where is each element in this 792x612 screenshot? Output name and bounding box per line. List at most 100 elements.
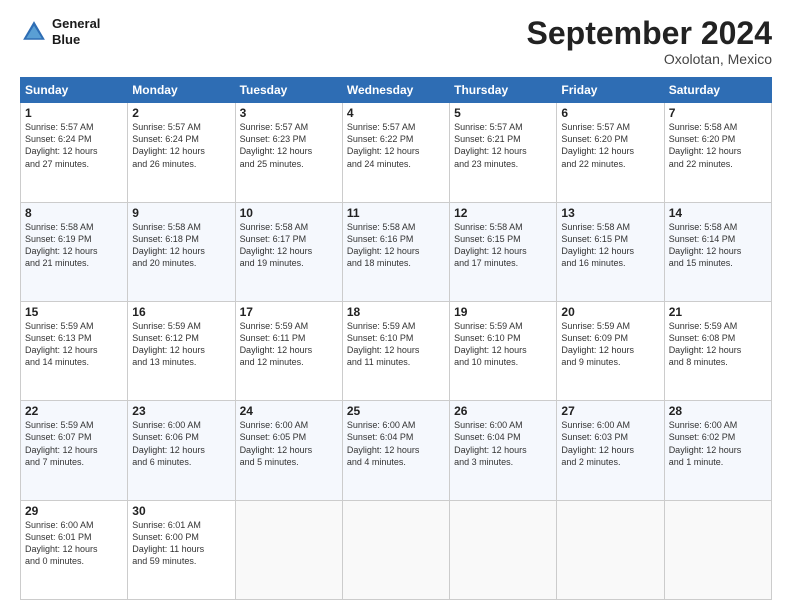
calendar-cell: 27Sunrise: 6:00 AM Sunset: 6:03 PM Dayli…: [557, 401, 664, 500]
day-info: Sunrise: 5:59 AM Sunset: 6:13 PM Dayligh…: [25, 320, 123, 369]
calendar-cell: 10Sunrise: 5:58 AM Sunset: 6:17 PM Dayli…: [235, 202, 342, 301]
location-subtitle: Oxolotan, Mexico: [527, 51, 772, 67]
calendar-cell: 7Sunrise: 5:58 AM Sunset: 6:20 PM Daylig…: [664, 103, 771, 202]
weekday-header-wednesday: Wednesday: [342, 78, 449, 103]
day-info: Sunrise: 6:00 AM Sunset: 6:06 PM Dayligh…: [132, 419, 230, 468]
day-info: Sunrise: 6:00 AM Sunset: 6:03 PM Dayligh…: [561, 419, 659, 468]
calendar-cell: 9Sunrise: 5:58 AM Sunset: 6:18 PM Daylig…: [128, 202, 235, 301]
calendar-cell: [557, 500, 664, 599]
header: General Blue September 2024 Oxolotan, Me…: [20, 16, 772, 67]
day-info: Sunrise: 5:59 AM Sunset: 6:10 PM Dayligh…: [454, 320, 552, 369]
day-number: 19: [454, 305, 552, 319]
week-row-5: 29Sunrise: 6:00 AM Sunset: 6:01 PM Dayli…: [21, 500, 772, 599]
day-number: 28: [669, 404, 767, 418]
day-number: 23: [132, 404, 230, 418]
week-row-4: 22Sunrise: 5:59 AM Sunset: 6:07 PM Dayli…: [21, 401, 772, 500]
title-block: September 2024 Oxolotan, Mexico: [527, 16, 772, 67]
day-info: Sunrise: 6:00 AM Sunset: 6:04 PM Dayligh…: [454, 419, 552, 468]
day-number: 15: [25, 305, 123, 319]
calendar-cell: 4Sunrise: 5:57 AM Sunset: 6:22 PM Daylig…: [342, 103, 449, 202]
calendar-cell: 8Sunrise: 5:58 AM Sunset: 6:19 PM Daylig…: [21, 202, 128, 301]
calendar-cell: 6Sunrise: 5:57 AM Sunset: 6:20 PM Daylig…: [557, 103, 664, 202]
calendar-cell: 18Sunrise: 5:59 AM Sunset: 6:10 PM Dayli…: [342, 301, 449, 400]
day-info: Sunrise: 5:59 AM Sunset: 6:11 PM Dayligh…: [240, 320, 338, 369]
day-number: 25: [347, 404, 445, 418]
calendar-cell: 2Sunrise: 5:57 AM Sunset: 6:24 PM Daylig…: [128, 103, 235, 202]
day-info: Sunrise: 5:58 AM Sunset: 6:14 PM Dayligh…: [669, 221, 767, 270]
day-number: 13: [561, 206, 659, 220]
calendar-cell: 30Sunrise: 6:01 AM Sunset: 6:00 PM Dayli…: [128, 500, 235, 599]
day-number: 30: [132, 504, 230, 518]
day-info: Sunrise: 5:57 AM Sunset: 6:23 PM Dayligh…: [240, 121, 338, 170]
calendar-cell: 12Sunrise: 5:58 AM Sunset: 6:15 PM Dayli…: [450, 202, 557, 301]
day-number: 17: [240, 305, 338, 319]
calendar-cell: 25Sunrise: 6:00 AM Sunset: 6:04 PM Dayli…: [342, 401, 449, 500]
day-info: Sunrise: 5:58 AM Sunset: 6:16 PM Dayligh…: [347, 221, 445, 270]
day-info: Sunrise: 5:58 AM Sunset: 6:19 PM Dayligh…: [25, 221, 123, 270]
day-number: 2: [132, 106, 230, 120]
day-info: Sunrise: 5:59 AM Sunset: 6:12 PM Dayligh…: [132, 320, 230, 369]
calendar-cell: [450, 500, 557, 599]
day-info: Sunrise: 5:59 AM Sunset: 6:07 PM Dayligh…: [25, 419, 123, 468]
weekday-header-sunday: Sunday: [21, 78, 128, 103]
day-info: Sunrise: 6:00 AM Sunset: 6:04 PM Dayligh…: [347, 419, 445, 468]
calendar-cell: 15Sunrise: 5:59 AM Sunset: 6:13 PM Dayli…: [21, 301, 128, 400]
day-number: 7: [669, 106, 767, 120]
calendar-cell: 14Sunrise: 5:58 AM Sunset: 6:14 PM Dayli…: [664, 202, 771, 301]
calendar-cell: 21Sunrise: 5:59 AM Sunset: 6:08 PM Dayli…: [664, 301, 771, 400]
day-info: Sunrise: 6:00 AM Sunset: 6:05 PM Dayligh…: [240, 419, 338, 468]
day-info: Sunrise: 5:57 AM Sunset: 6:24 PM Dayligh…: [132, 121, 230, 170]
calendar-cell: 13Sunrise: 5:58 AM Sunset: 6:15 PM Dayli…: [557, 202, 664, 301]
day-number: 9: [132, 206, 230, 220]
day-info: Sunrise: 6:00 AM Sunset: 6:01 PM Dayligh…: [25, 519, 123, 568]
day-info: Sunrise: 5:57 AM Sunset: 6:22 PM Dayligh…: [347, 121, 445, 170]
day-number: 10: [240, 206, 338, 220]
logo: General Blue: [20, 16, 100, 47]
day-number: 6: [561, 106, 659, 120]
day-info: Sunrise: 5:57 AM Sunset: 6:21 PM Dayligh…: [454, 121, 552, 170]
calendar-cell: 11Sunrise: 5:58 AM Sunset: 6:16 PM Dayli…: [342, 202, 449, 301]
day-info: Sunrise: 5:59 AM Sunset: 6:09 PM Dayligh…: [561, 320, 659, 369]
calendar-cell: 16Sunrise: 5:59 AM Sunset: 6:12 PM Dayli…: [128, 301, 235, 400]
day-number: 24: [240, 404, 338, 418]
calendar-cell: 17Sunrise: 5:59 AM Sunset: 6:11 PM Dayli…: [235, 301, 342, 400]
day-info: Sunrise: 5:57 AM Sunset: 6:24 PM Dayligh…: [25, 121, 123, 170]
week-row-1: 1Sunrise: 5:57 AM Sunset: 6:24 PM Daylig…: [21, 103, 772, 202]
month-title: September 2024: [527, 16, 772, 51]
calendar-table: SundayMondayTuesdayWednesdayThursdayFrid…: [20, 77, 772, 600]
day-info: Sunrise: 5:58 AM Sunset: 6:15 PM Dayligh…: [454, 221, 552, 270]
day-info: Sunrise: 6:01 AM Sunset: 6:00 PM Dayligh…: [132, 519, 230, 568]
page: General Blue September 2024 Oxolotan, Me…: [0, 0, 792, 612]
weekday-header-saturday: Saturday: [664, 78, 771, 103]
day-info: Sunrise: 5:58 AM Sunset: 6:15 PM Dayligh…: [561, 221, 659, 270]
generalblue-icon: [20, 18, 48, 46]
week-row-2: 8Sunrise: 5:58 AM Sunset: 6:19 PM Daylig…: [21, 202, 772, 301]
weekday-header-thursday: Thursday: [450, 78, 557, 103]
calendar-cell: 22Sunrise: 5:59 AM Sunset: 6:07 PM Dayli…: [21, 401, 128, 500]
day-number: 14: [669, 206, 767, 220]
calendar-cell: [342, 500, 449, 599]
day-number: 5: [454, 106, 552, 120]
calendar-cell: 24Sunrise: 6:00 AM Sunset: 6:05 PM Dayli…: [235, 401, 342, 500]
day-info: Sunrise: 5:58 AM Sunset: 6:20 PM Dayligh…: [669, 121, 767, 170]
day-info: Sunrise: 5:58 AM Sunset: 6:18 PM Dayligh…: [132, 221, 230, 270]
calendar-cell: 23Sunrise: 6:00 AM Sunset: 6:06 PM Dayli…: [128, 401, 235, 500]
day-info: Sunrise: 5:59 AM Sunset: 6:08 PM Dayligh…: [669, 320, 767, 369]
logo-line2: Blue: [52, 32, 100, 48]
weekday-header-row: SundayMondayTuesdayWednesdayThursdayFrid…: [21, 78, 772, 103]
calendar-cell: [235, 500, 342, 599]
day-info: Sunrise: 6:00 AM Sunset: 6:02 PM Dayligh…: [669, 419, 767, 468]
day-number: 16: [132, 305, 230, 319]
calendar-cell: 5Sunrise: 5:57 AM Sunset: 6:21 PM Daylig…: [450, 103, 557, 202]
calendar-cell: 28Sunrise: 6:00 AM Sunset: 6:02 PM Dayli…: [664, 401, 771, 500]
calendar-cell: 3Sunrise: 5:57 AM Sunset: 6:23 PM Daylig…: [235, 103, 342, 202]
calendar-cell: 26Sunrise: 6:00 AM Sunset: 6:04 PM Dayli…: [450, 401, 557, 500]
day-info: Sunrise: 5:59 AM Sunset: 6:10 PM Dayligh…: [347, 320, 445, 369]
day-number: 11: [347, 206, 445, 220]
calendar-cell: 29Sunrise: 6:00 AM Sunset: 6:01 PM Dayli…: [21, 500, 128, 599]
weekday-header-monday: Monday: [128, 78, 235, 103]
day-number: 12: [454, 206, 552, 220]
calendar-cell: 1Sunrise: 5:57 AM Sunset: 6:24 PM Daylig…: [21, 103, 128, 202]
day-number: 20: [561, 305, 659, 319]
day-number: 4: [347, 106, 445, 120]
